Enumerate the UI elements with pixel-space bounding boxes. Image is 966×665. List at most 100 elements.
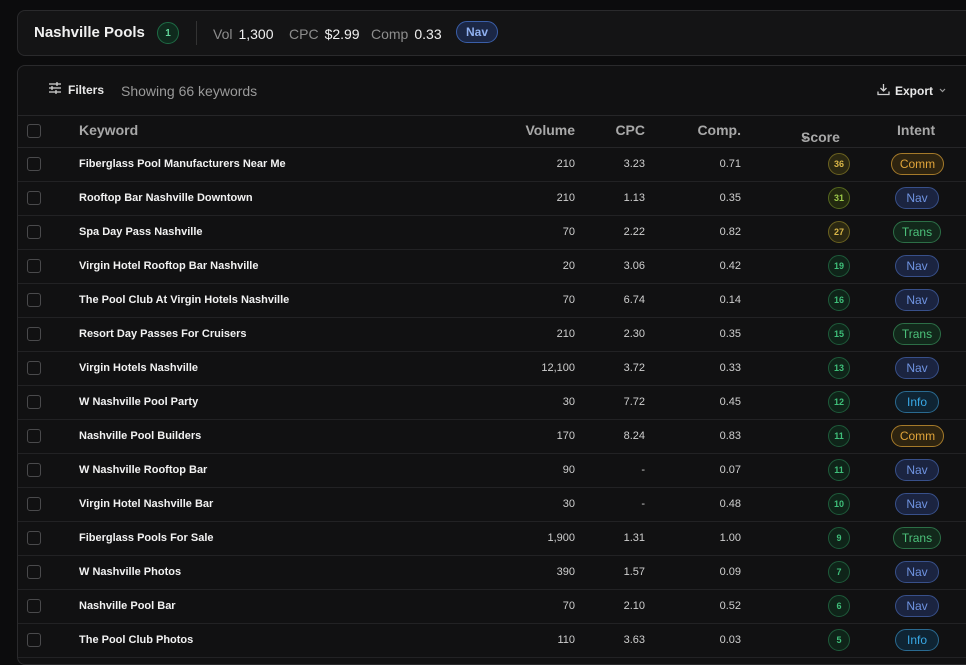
table-row[interactable]: W Nashville Pool Party 30 7.72 0.45 12 Info [18, 386, 966, 420]
comp-stat: Comp 0.33 [371, 26, 442, 42]
table-row[interactable]: The Pool Club Photos 110 3.63 0.03 5 Info [18, 624, 966, 658]
table-row[interactable]: Fiberglass Pool Manufacturers Near Me 210… [18, 148, 966, 182]
comp-cell: 0.35 [719, 328, 741, 340]
table-row[interactable]: W Nashville Photos 390 1.57 0.09 7 Nav [18, 556, 966, 590]
volume-stat: Vol 1,300 [213, 26, 274, 42]
row-checkbox[interactable] [27, 633, 41, 647]
keyword-cell[interactable]: Fiberglass Pool Manufacturers Near Me [79, 158, 286, 170]
sliders-icon [48, 82, 62, 97]
row-checkbox[interactable] [27, 497, 41, 511]
volume-cell: 12,100 [541, 362, 575, 374]
cpc-cell: - [641, 464, 645, 476]
row-checkbox[interactable] [27, 157, 41, 171]
score-badge: 19 [828, 255, 850, 277]
keyword-cell[interactable]: W Nashville Photos [79, 566, 181, 578]
cpc-cell: 3.72 [623, 362, 645, 374]
keyword-cell[interactable]: Spa Day Pass Nashville [79, 226, 203, 238]
volume-cell: 390 [556, 566, 575, 578]
intent-badge: Nav [895, 357, 939, 379]
column-header-comp[interactable]: Comp. [697, 122, 741, 138]
score-badge: 31 [828, 187, 850, 209]
column-header-keyword[interactable]: Keyword [79, 122, 138, 138]
comp-cell: 0.82 [719, 226, 741, 238]
row-checkbox[interactable] [27, 361, 41, 375]
score-badge: 27 [828, 221, 850, 243]
keyword-cell[interactable]: Virgin Hotel Rooftop Bar Nashville [79, 260, 259, 272]
score-badge: 6 [828, 595, 850, 617]
intent-badge: Trans [893, 527, 941, 549]
volume-cell: 70 [562, 294, 575, 306]
comp-cell: 1.00 [719, 532, 741, 544]
cpc-cell: 3.06 [623, 260, 645, 272]
keyword-cell[interactable]: The Pool Club Photos [79, 634, 193, 646]
volume-cell: 90 [562, 464, 575, 476]
comp-cell: 0.14 [719, 294, 741, 306]
keyword-cell[interactable]: W Nashville Pool Party [79, 396, 198, 408]
row-checkbox[interactable] [27, 327, 41, 341]
keyword-cell[interactable]: Resort Day Passes For Cruisers [79, 328, 247, 340]
table-row[interactable]: Virgin Hotels Nashville 12,100 3.72 0.33 13 N… [18, 352, 966, 386]
keyword-cell[interactable]: Rooftop Bar Nashville Downtown [79, 192, 253, 204]
chevron-down-icon [938, 84, 947, 98]
cpc-cell: 7.72 [623, 396, 645, 408]
table-row[interactable]: Spa Day Pass Nashville 70 2.22 0.82 27 Trans [18, 216, 966, 250]
cpc-cell: 1.31 [623, 532, 645, 544]
keyword-cell[interactable]: Virgin Hotel Nashville Bar [79, 498, 213, 510]
keyword-cell[interactable]: Nashville Pool Bar [79, 600, 176, 612]
intent-badge: Nav [895, 459, 939, 481]
volume-cell: 30 [562, 498, 575, 510]
keyword-cell[interactable]: The Pool Club At Virgin Hotels Nashville [79, 294, 289, 306]
row-checkbox[interactable] [27, 259, 41, 273]
table-row[interactable]: Rooftop Bar Nashville Downtown 210 1.13 0.3… [18, 182, 966, 216]
comp-cell: 0.03 [719, 634, 741, 646]
table-header: Keyword Volume CPC Comp. Score Intent [18, 115, 966, 148]
row-checkbox[interactable] [27, 395, 41, 409]
score-badge: 16 [828, 289, 850, 311]
group-count-badge: 1 [157, 22, 179, 44]
row-checkbox[interactable] [27, 191, 41, 205]
table-row[interactable]: Resort Day Passes For Cruisers 210 2.30 0.3… [18, 318, 966, 352]
showing-count-text: Showing 66 keywords [121, 83, 258, 99]
score-badge: 11 [828, 425, 850, 447]
score-badge: 15 [828, 323, 850, 345]
keyword-cell[interactable]: W Nashville Rooftop Bar [79, 464, 207, 476]
intent-badge: Nav [895, 561, 939, 583]
row-checkbox[interactable] [27, 463, 41, 477]
volume-cell: 30 [562, 396, 575, 408]
keyword-cell[interactable]: Nashville Pool Builders [79, 430, 201, 442]
intent-badge: Info [895, 391, 939, 413]
filters-button[interactable]: Filters [48, 82, 104, 97]
filters-label: Filters [68, 82, 105, 97]
row-checkbox[interactable] [27, 531, 41, 545]
sort-chevron-down-icon [801, 129, 809, 145]
cpc-stat-value: $2.99 [324, 26, 360, 42]
volume-cell: 170 [556, 430, 575, 442]
row-checkbox[interactable] [27, 565, 41, 579]
table-row[interactable]: Fiberglass Pools For Sale 1,900 1.31 1.00 9 T… [18, 522, 966, 556]
keyword-cell[interactable]: Virgin Hotels Nashville [79, 362, 198, 374]
select-all-checkbox[interactable] [27, 124, 41, 138]
table-row[interactable]: Virgin Hotel Nashville Bar 30 - 0.48 10 Nav [18, 488, 966, 522]
row-checkbox[interactable] [27, 429, 41, 443]
table-row[interactable]: Nashville Pool Bar 70 2.10 0.52 6 Nav [18, 590, 966, 624]
comp-cell: 0.35 [719, 192, 741, 204]
row-checkbox[interactable] [27, 225, 41, 239]
row-checkbox[interactable] [27, 599, 41, 613]
comp-cell: 0.48 [719, 498, 741, 510]
comp-cell: 0.33 [719, 362, 741, 374]
table-row[interactable]: Nashville Pool Builders 170 8.24 0.83 11 Comm [18, 420, 966, 454]
column-header-cpc[interactable]: CPC [615, 122, 645, 138]
cpc-cell: 1.57 [623, 566, 645, 578]
column-header-volume[interactable]: Volume [525, 122, 575, 138]
table-row[interactable]: W Nashville Rooftop Bar 90 - 0.07 11 Nav [18, 454, 966, 488]
table-row[interactable]: The Pool Club At Virgin Hotels Nashville… [18, 284, 966, 318]
export-button[interactable]: Export [877, 83, 947, 99]
comp-stat-label: Comp [371, 26, 409, 42]
score-badge: 9 [828, 527, 850, 549]
keyword-cell[interactable]: Fiberglass Pools For Sale [79, 532, 214, 544]
row-checkbox[interactable] [27, 293, 41, 307]
table-row[interactable]: Virgin Hotel Rooftop Bar Nashville 20 3.06… [18, 250, 966, 284]
score-badge: 7 [828, 561, 850, 583]
column-header-intent[interactable]: Intent [897, 122, 935, 138]
volume-cell: 210 [556, 328, 575, 340]
